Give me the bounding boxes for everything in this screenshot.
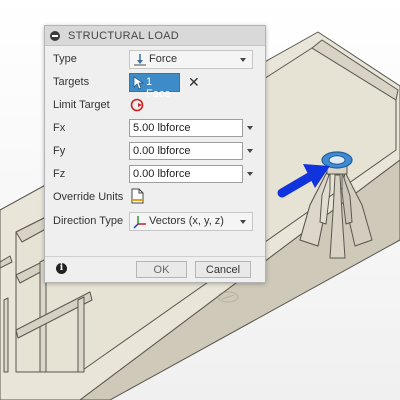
force-icon	[133, 53, 147, 70]
type-row: Type Force	[45, 49, 265, 71]
limit-target-row: Limit Target	[45, 95, 265, 117]
chevron-down-icon[interactable]	[247, 149, 253, 153]
chevron-down-icon[interactable]	[247, 126, 253, 130]
fz-row: Fz	[45, 164, 265, 186]
direction-type-value: Vectors (x, y, z)	[149, 215, 224, 227]
fx-label: Fx	[53, 122, 66, 134]
fz-input[interactable]	[129, 165, 243, 183]
override-units-label: Override Units	[53, 191, 124, 203]
targets-label: Targets	[53, 76, 90, 88]
target-icon[interactable]	[129, 97, 145, 116]
direction-type-select[interactable]: Vectors (x, y, z)	[129, 212, 253, 231]
structural-load-dialog: STRUCTURAL LOAD Type Force Targets 1 Fac…	[44, 25, 266, 283]
dialog-footer: i OK Cancel	[45, 256, 265, 282]
dialog-header[interactable]: STRUCTURAL LOAD	[45, 26, 265, 46]
targets-row: Targets 1 Face ✕	[45, 72, 265, 100]
fy-label: Fy	[53, 145, 66, 157]
fx-row: Fx	[45, 118, 265, 140]
ok-button[interactable]: OK	[136, 261, 187, 278]
limit-target-label: Limit Target	[53, 99, 110, 111]
chevron-down-icon[interactable]	[247, 172, 253, 176]
type-select[interactable]: Force	[129, 50, 253, 69]
chevron-down-icon	[240, 58, 246, 62]
cursor-icon	[133, 76, 145, 93]
close-icon[interactable]: ✕	[188, 74, 200, 90]
document-icon[interactable]	[131, 188, 144, 207]
dialog-title: STRUCTURAL LOAD	[68, 29, 180, 42]
collapse-icon[interactable]	[50, 30, 60, 41]
type-value: Force	[149, 53, 178, 65]
direction-type-label: Direction Type	[53, 215, 124, 227]
override-units-row: Override Units	[45, 187, 265, 209]
cancel-button[interactable]: Cancel	[195, 261, 251, 278]
fy-row: Fy	[45, 141, 265, 163]
type-label: Type	[53, 53, 77, 65]
info-icon[interactable]: i	[56, 263, 67, 274]
chevron-down-icon	[240, 220, 246, 224]
axes-icon	[133, 215, 147, 232]
fx-input[interactable]	[129, 119, 243, 137]
targets-selection-button[interactable]: 1 Face	[129, 73, 180, 100]
direction-type-row: Direction Type Vectors (x, y, z)	[45, 211, 265, 233]
fy-input[interactable]	[129, 142, 243, 160]
fz-label: Fz	[53, 168, 66, 180]
